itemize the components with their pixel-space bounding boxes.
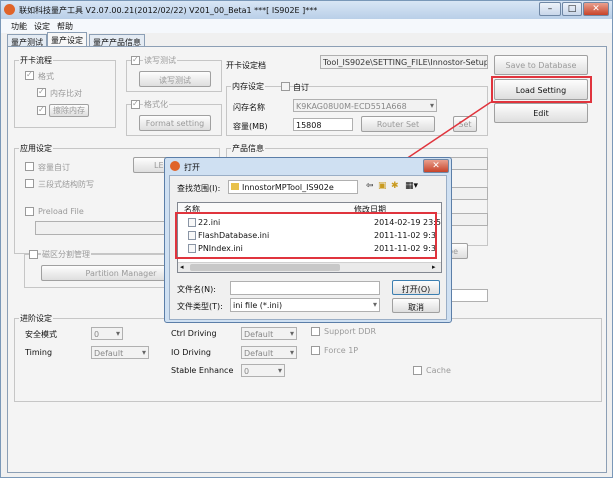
dialog-title-bar: 打开 ✕: [165, 158, 451, 174]
lookin-select[interactable]: InnostorMPTool_IS902e: [228, 180, 358, 194]
new-folder-icon[interactable]: ✱: [391, 181, 399, 191]
dialog-app-icon: [170, 161, 180, 171]
dialog-title: 打开: [184, 163, 200, 172]
scroll-left-arrow[interactable]: ◂: [180, 263, 184, 271]
cancel-button[interactable]: 取消: [392, 298, 440, 313]
filename-label: 文件名(N):: [177, 285, 216, 294]
main-window: 联如科技量产工具 V2.07.00.21(2012/02/22) V201_00…: [0, 0, 613, 478]
parent-folder-icon[interactable]: ▣: [378, 181, 387, 191]
file-list-highlight: [175, 212, 437, 259]
file-list-scrollbar[interactable]: ◂ ▸: [178, 262, 441, 272]
dialog-close-button[interactable]: ✕: [423, 159, 449, 173]
scroll-thumb[interactable]: [190, 264, 340, 271]
view-menu-icon[interactable]: ▦▾: [405, 181, 418, 191]
open-button[interactable]: 打开(O): [392, 280, 440, 295]
folder-icon: [231, 183, 239, 190]
up-folder-icon[interactable]: ⇦: [366, 181, 374, 191]
filename-input[interactable]: [230, 281, 380, 295]
filetype-select[interactable]: ini file (*.ini): [230, 298, 380, 312]
lookin-value: InnostorMPTool_IS902e: [242, 183, 334, 192]
dialog-body: 查找范围(I): InnostorMPTool_IS902e ⇦ ▣ ✱ ▦▾ …: [169, 175, 447, 320]
scroll-right-arrow[interactable]: ▸: [432, 263, 436, 271]
filetype-label: 文件类型(T):: [177, 302, 223, 311]
lookin-label: 查找范围(I):: [177, 184, 221, 193]
open-file-dialog: 打开 ✕ 查找范围(I): InnostorMPTool_IS902e ⇦ ▣ …: [164, 157, 452, 323]
